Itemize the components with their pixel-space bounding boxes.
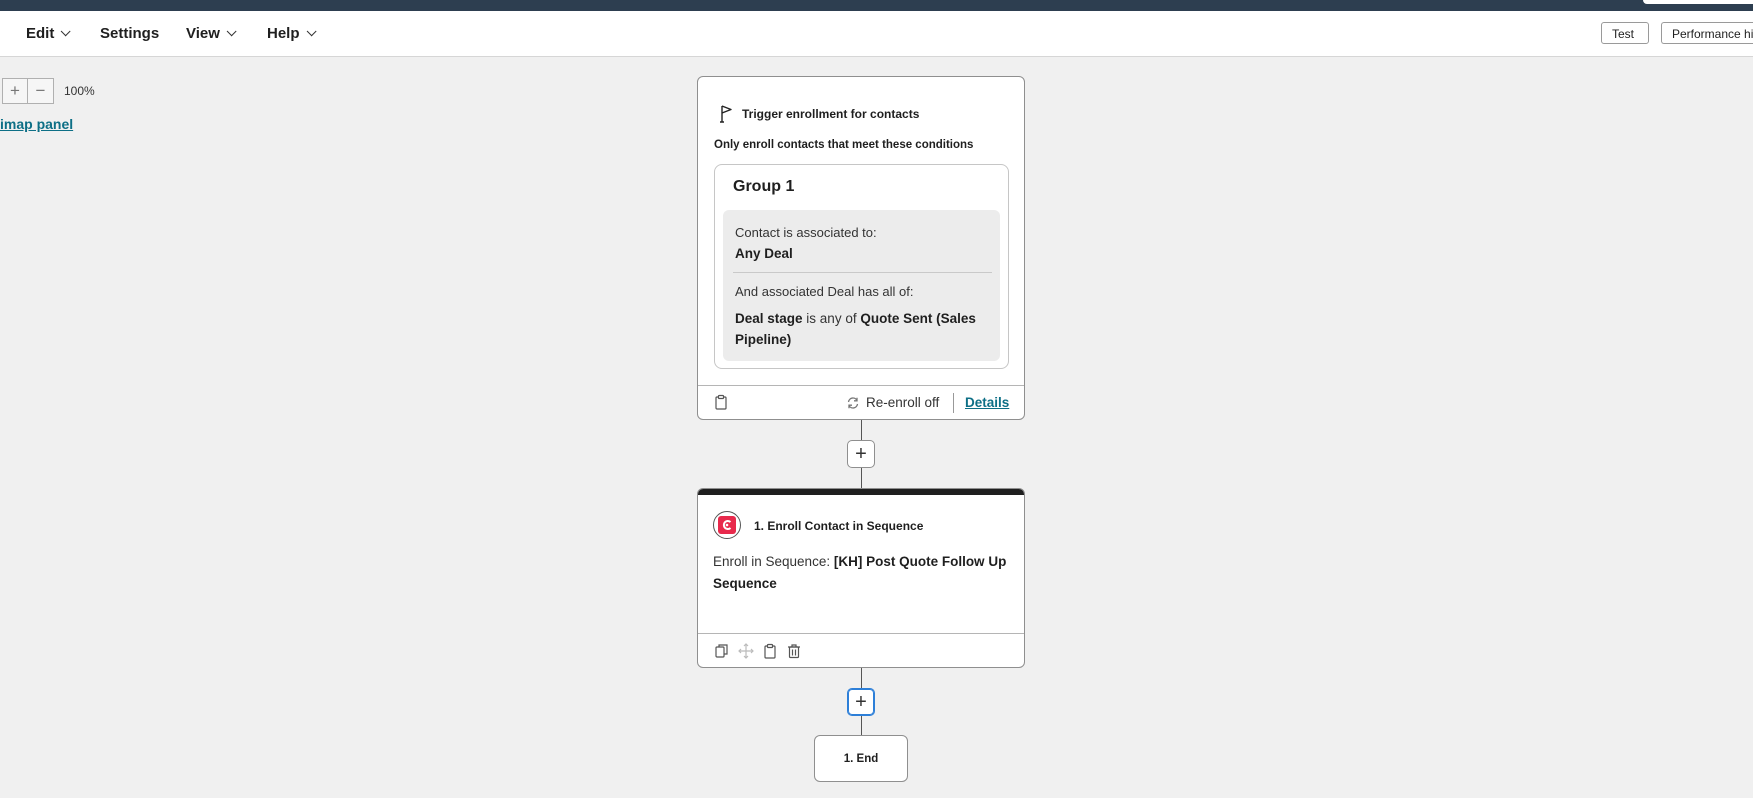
menu-help[interactable]: Help xyxy=(267,25,317,42)
group-conditions: Contact is associated to: Any Deal And a… xyxy=(723,210,1000,361)
zoom-in-button[interactable]: + xyxy=(2,78,28,104)
test-button[interactable]: Test xyxy=(1601,22,1649,44)
trash-icon[interactable] xyxy=(786,643,802,659)
end-label: 1. End xyxy=(843,752,879,765)
footer-separator xyxy=(953,393,954,413)
trigger-footer: Re-enroll off Details xyxy=(698,385,1024,421)
filter-group[interactable]: Group 1 Contact is associated to: Any De… xyxy=(714,164,1009,369)
action-footer xyxy=(698,633,1024,667)
sequence-icon-wrap xyxy=(713,511,741,539)
filter-property: Deal stage xyxy=(735,311,803,326)
group-title: Group 1 xyxy=(733,178,795,195)
zoom-level: 100% xyxy=(64,84,95,98)
trigger-header: Trigger enrollment for contacts xyxy=(718,104,919,124)
action-toolbar xyxy=(714,643,802,659)
end-card[interactable]: 1. End xyxy=(814,735,908,782)
move-icon[interactable] xyxy=(738,643,754,659)
zoom-out-button[interactable]: − xyxy=(28,78,54,104)
chevron-down-icon xyxy=(61,26,71,37)
connector-line xyxy=(861,716,862,735)
action-card-accent xyxy=(698,489,1024,495)
association-value: Any Deal xyxy=(735,246,793,261)
menu-edit-label: Edit xyxy=(26,25,55,42)
menu-edit[interactable]: Edit xyxy=(26,25,71,42)
flag-icon xyxy=(720,105,732,123)
add-action-button[interactable]: + xyxy=(847,440,875,468)
reenroll-status[interactable]: Re-enroll off xyxy=(846,395,939,410)
performance-history-button[interactable]: Performance hi xyxy=(1661,22,1753,44)
zoom-controls: + − 100% xyxy=(2,78,95,104)
filter-operator: is any of xyxy=(802,311,861,326)
connector-line xyxy=(861,668,862,688)
chevron-down-icon xyxy=(306,26,317,37)
deal-stage-filter: Deal stage is any of Quote Sent (Sales P… xyxy=(735,308,990,350)
associated-filter-label: And associated Deal has all of: xyxy=(735,284,914,299)
details-link[interactable]: Details xyxy=(965,395,1009,410)
condition-divider xyxy=(733,272,992,273)
trigger-title: Trigger enrollment for contacts xyxy=(742,107,920,121)
association-label: Contact is associated to: xyxy=(735,225,877,240)
clipboard-icon[interactable] xyxy=(714,394,728,410)
action-card[interactable]: 1. Enroll Contact in Sequence Enroll in … xyxy=(697,488,1025,668)
action-body-label: Enroll in Sequence: xyxy=(713,554,834,569)
menu-view[interactable]: View xyxy=(186,25,237,42)
add-action-button-active[interactable]: + xyxy=(847,688,875,716)
menu-view-label: View xyxy=(186,25,220,42)
top-window-bar xyxy=(0,0,1753,11)
copy-icon[interactable] xyxy=(714,643,730,659)
menu-bar: Edit Settings View Help Test Performance… xyxy=(0,11,1753,57)
conditions-label: Only enroll contacts that meet these con… xyxy=(714,139,974,151)
menu-help-label: Help xyxy=(267,25,300,42)
trigger-card[interactable]: Trigger enrollment for contacts Only enr… xyxy=(697,76,1025,420)
minimap-panel-link[interactable]: imap panel xyxy=(0,116,73,132)
action-title: 1. Enroll Contact in Sequence xyxy=(754,519,924,533)
action-body: Enroll in Sequence: [KH] Post Quote Foll… xyxy=(713,551,1013,595)
chevron-down-icon xyxy=(226,26,237,37)
reenroll-label: Re-enroll off xyxy=(866,395,940,410)
menu-settings-label: Settings xyxy=(100,25,160,42)
top-bar-edge xyxy=(1643,0,1753,4)
menu-settings[interactable]: Settings xyxy=(100,25,159,42)
connector-line xyxy=(861,468,862,488)
clipboard-icon[interactable] xyxy=(762,643,778,659)
refresh-icon xyxy=(847,396,859,409)
sequence-icon xyxy=(718,516,736,534)
